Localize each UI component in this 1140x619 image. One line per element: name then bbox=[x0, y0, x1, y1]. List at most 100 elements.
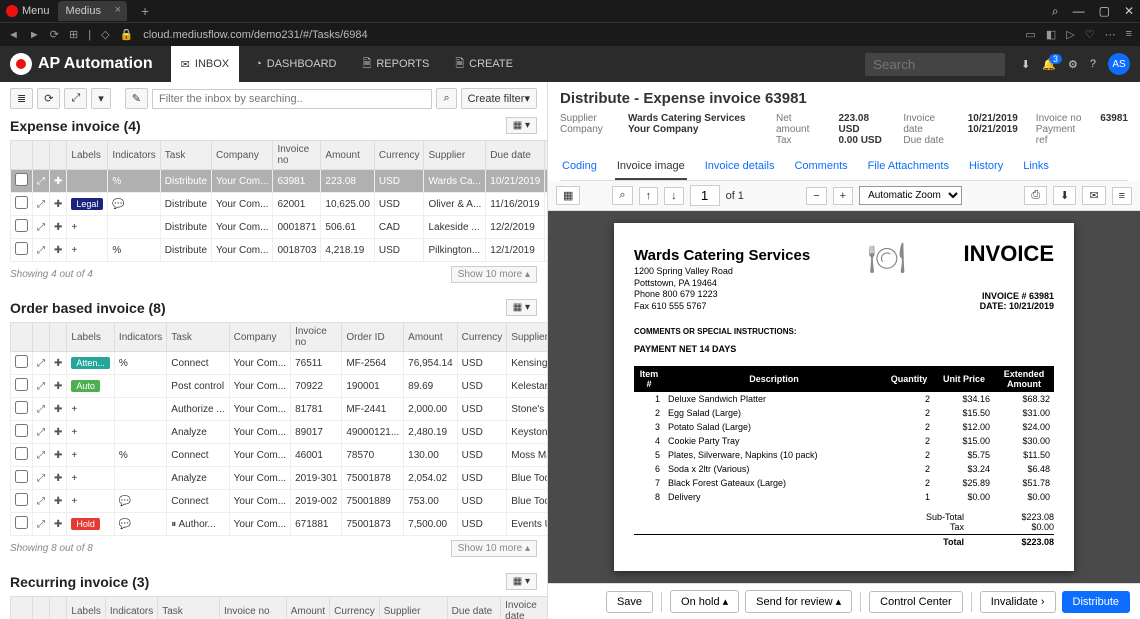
add-row-icon[interactable]: ✚ bbox=[50, 193, 67, 216]
expand-row-icon[interactable]: ⤢ bbox=[33, 239, 50, 262]
layout-toggle[interactable]: ▦ ▾ bbox=[506, 299, 537, 316]
tab-files[interactable]: File Attachments bbox=[866, 154, 951, 180]
nav-inbox[interactable]: ✉INBOX bbox=[171, 46, 239, 82]
tab-history[interactable]: History bbox=[967, 154, 1005, 180]
zoom-in-icon[interactable]: + bbox=[833, 187, 853, 205]
table-row[interactable]: ⤢✚+💬ConnectYour Com...2019-0027500188975… bbox=[11, 490, 549, 513]
add-row-icon[interactable]: ✚ bbox=[50, 490, 67, 513]
nav-dashboard[interactable]: ◔DASHBOARD bbox=[245, 46, 346, 82]
add-row-icon[interactable]: ✚ bbox=[50, 467, 67, 490]
url-text[interactable]: cloud.mediusflow.com/demo231/#/Tasks/698… bbox=[143, 29, 367, 41]
expand-row-icon[interactable]: ⤢ bbox=[33, 421, 50, 444]
col-header[interactable] bbox=[33, 323, 50, 352]
col-header[interactable]: Task bbox=[160, 141, 211, 170]
table-row[interactable]: ⤢✚Hold💬⏸ Author...Your Com...67188175001… bbox=[11, 513, 549, 536]
table-row[interactable]: ⤢✚%DistributeYour Com...63981223.08USDWa… bbox=[11, 170, 549, 193]
col-header[interactable]: Task bbox=[158, 597, 220, 619]
col-header[interactable] bbox=[50, 323, 67, 352]
global-search-input[interactable] bbox=[865, 53, 1005, 76]
add-row-icon[interactable]: ✚ bbox=[50, 170, 67, 193]
print-icon[interactable]: ⎙ bbox=[1024, 186, 1047, 205]
thumbnails-icon[interactable]: ▦ bbox=[556, 186, 580, 205]
add-row-icon[interactable]: ✚ bbox=[50, 239, 67, 262]
vpn-icon[interactable]: ▷ bbox=[1066, 28, 1074, 41]
expand-row-icon[interactable]: ⤢ bbox=[33, 375, 50, 398]
table-row[interactable]: ⤢✚+AnalyzeYour Com...2019-301750018782,0… bbox=[11, 467, 549, 490]
easy-setup-icon[interactable]: ≡ bbox=[1126, 28, 1132, 41]
speed-dial-icon[interactable]: ⊞ bbox=[69, 28, 78, 41]
col-header[interactable]: Order ID bbox=[342, 323, 404, 352]
show-more-expense[interactable]: Show 10 more ▴ bbox=[451, 266, 537, 283]
col-header[interactable]: Supplier bbox=[424, 141, 486, 170]
bookmark-icon[interactable]: ▭ bbox=[1025, 28, 1035, 41]
sidebar-icon[interactable]: ◧ bbox=[1046, 28, 1056, 41]
lock-icon[interactable]: 🔒 bbox=[120, 28, 134, 41]
col-header[interactable]: Labels bbox=[67, 323, 115, 352]
minimize-icon[interactable]: — bbox=[1073, 4, 1085, 19]
invalidate-button[interactable]: Invalidate › bbox=[980, 591, 1056, 613]
on-hold-button[interactable]: On hold ▴ bbox=[670, 590, 739, 613]
settings-icon[interactable]: ⚙ bbox=[1068, 58, 1078, 71]
refresh-icon[interactable]: ⟳ bbox=[37, 88, 60, 109]
notifications-icon[interactable]: 🔔3 bbox=[1042, 58, 1056, 71]
expand-row-icon[interactable]: ⤢ bbox=[33, 444, 50, 467]
save-button[interactable]: Save bbox=[606, 591, 653, 613]
inbox-filter-input[interactable] bbox=[152, 89, 432, 109]
layout-toggle[interactable]: ▦ ▾ bbox=[506, 117, 537, 134]
col-header[interactable]: Currency bbox=[374, 141, 424, 170]
col-header[interactable] bbox=[50, 597, 67, 619]
tab-coding[interactable]: Coding bbox=[560, 154, 599, 180]
zoom-out-icon[interactable]: − bbox=[806, 187, 826, 205]
add-row-icon[interactable]: ✚ bbox=[50, 375, 67, 398]
show-more-order[interactable]: Show 10 more ▴ bbox=[451, 540, 537, 557]
shield-icon[interactable]: ◇ bbox=[101, 28, 109, 41]
col-header[interactable]: Task bbox=[167, 323, 229, 352]
col-header[interactable]: Amount bbox=[286, 597, 329, 619]
row-checkbox[interactable] bbox=[15, 401, 28, 414]
add-row-icon[interactable]: ✚ bbox=[50, 513, 67, 536]
col-header[interactable]: Company bbox=[212, 141, 273, 170]
add-row-icon[interactable]: ✚ bbox=[50, 444, 67, 467]
table-row[interactable]: ⤢✚+AnalyzeYour Com...8901749000121...2,4… bbox=[11, 421, 549, 444]
add-row-icon[interactable]: ✚ bbox=[50, 421, 67, 444]
send-review-button[interactable]: Send for review ▴ bbox=[745, 590, 852, 613]
menu-icon[interactable]: ≡ bbox=[1112, 187, 1132, 205]
maximize-icon[interactable]: ▢ bbox=[1099, 4, 1110, 19]
col-header[interactable]: Currency bbox=[330, 597, 380, 619]
col-header[interactable] bbox=[33, 141, 50, 170]
edit-icon[interactable]: ✎ bbox=[125, 88, 148, 109]
nav-create[interactable]: 🗎CREATE bbox=[445, 46, 523, 82]
table-row[interactable]: ⤢✚+%ConnectYour Com...4600178570130.00US… bbox=[11, 444, 549, 467]
distribute-button[interactable]: Distribute bbox=[1062, 591, 1130, 613]
help-icon[interactable]: ? bbox=[1090, 58, 1096, 70]
page-down-icon[interactable]: ↓ bbox=[664, 187, 684, 205]
col-header[interactable]: Currency bbox=[457, 323, 507, 352]
expand-row-icon[interactable]: ⤢ bbox=[33, 193, 50, 216]
download-pdf-icon[interactable]: ⬇ bbox=[1053, 186, 1076, 205]
tab-links[interactable]: Links bbox=[1021, 154, 1051, 180]
col-header[interactable]: Labels bbox=[67, 597, 105, 619]
zoom-select[interactable]: Automatic Zoom bbox=[859, 186, 962, 205]
dropdown-icon[interactable]: ▾ bbox=[91, 88, 111, 109]
col-header[interactable] bbox=[11, 141, 33, 170]
col-header[interactable] bbox=[33, 597, 50, 619]
layout-toggle[interactable]: ▦ ▾ bbox=[506, 573, 537, 590]
nav-reload-icon[interactable]: ⟳ bbox=[50, 28, 59, 41]
col-header[interactable]: Invoice date bbox=[501, 597, 548, 619]
add-row-icon[interactable]: ✚ bbox=[50, 352, 67, 375]
col-header[interactable]: Company bbox=[229, 323, 290, 352]
col-header[interactable]: Invoice no bbox=[220, 597, 287, 619]
expand-row-icon[interactable]: ⤢ bbox=[33, 467, 50, 490]
row-checkbox[interactable] bbox=[15, 173, 28, 186]
list-view-icon[interactable]: ≣ bbox=[10, 88, 33, 109]
download-icon[interactable]: ⬇ bbox=[1021, 58, 1030, 71]
search-page-icon[interactable]: ⌕ bbox=[612, 186, 632, 205]
nav-reports[interactable]: 🗎REPORTS bbox=[352, 46, 439, 82]
browser-tab[interactable]: Medius× bbox=[58, 1, 127, 21]
col-header[interactable]: Due date bbox=[486, 141, 545, 170]
email-icon[interactable]: ✉ bbox=[1082, 186, 1105, 205]
table-row[interactable]: ⤢✚Atten...%ConnectYour Com...76511MF-256… bbox=[11, 352, 549, 375]
row-checkbox[interactable] bbox=[15, 378, 28, 391]
tab-comments[interactable]: Comments bbox=[792, 154, 849, 180]
col-header[interactable] bbox=[50, 141, 67, 170]
